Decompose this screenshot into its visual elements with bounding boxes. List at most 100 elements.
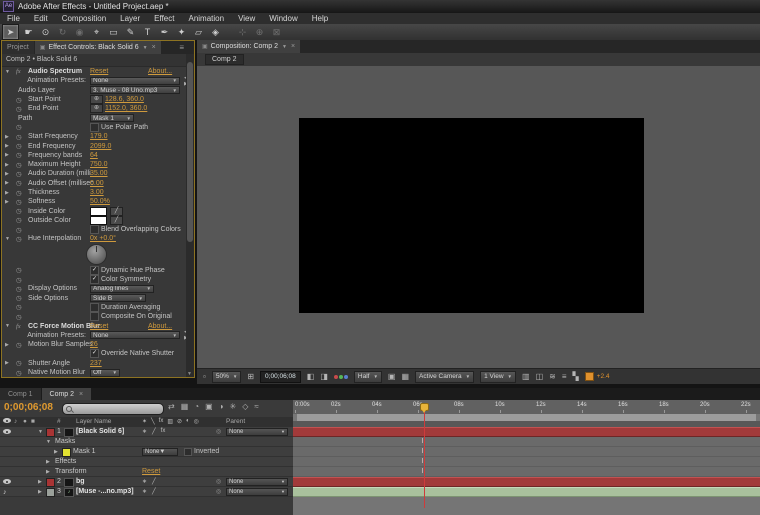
group-label[interactable]: Masks (55, 438, 75, 445)
layer-row[interactable]: ♪▶3♪[Muse -...no.mp3]∗╱◎None▼ (0, 487, 293, 497)
checkbox[interactable]: ✓ (90, 275, 99, 284)
animation-presets-select[interactable]: None▼ (90, 331, 180, 339)
stopwatch-icon[interactable]: ◷ (16, 207, 26, 215)
view-options-icon[interactable]: ▥ (522, 372, 530, 381)
hide-shy-icon[interactable]: ◔ (194, 402, 199, 411)
checkbox[interactable] (90, 225, 99, 234)
parent-pickwhip-icon[interactable]: ◎ (216, 478, 221, 485)
tab-dropdown-icon[interactable]: ▼ (282, 44, 287, 50)
stopwatch-icon[interactable]: ◷ (16, 216, 26, 224)
work-area-start-handle[interactable] (293, 414, 297, 421)
timeline-tab-comp-2[interactable]: Comp 2× (42, 388, 92, 400)
show-snapshot-icon[interactable]: ◨ (320, 372, 328, 381)
stopwatch-icon[interactable]: ◷ (16, 198, 26, 206)
search-input[interactable] (62, 403, 164, 415)
playhead-marker[interactable] (420, 403, 429, 411)
stopwatch-icon[interactable]: ◷ (16, 276, 26, 284)
point-value[interactable]: 128.6, 360.0 (105, 96, 144, 103)
composition-frame[interactable] (299, 118, 644, 313)
switch-icon-2[interactable]: fx (161, 428, 166, 435)
property-track-row[interactable]: I (293, 437, 760, 447)
stopwatch-icon[interactable]: ◷ (16, 359, 26, 367)
property-value[interactable]: 35.00 (90, 170, 108, 177)
group-label[interactable]: Transform (55, 468, 87, 475)
property-value[interactable]: 3.00 (90, 189, 104, 196)
motion-blur-icon[interactable]: ◑ (219, 402, 224, 411)
expander-icon[interactable]: ▼ (5, 69, 13, 75)
property-select[interactable]: Side B▼ (90, 294, 146, 302)
property-group-row[interactable]: ▶TransformReset (0, 467, 293, 477)
reset-link[interactable]: Reset (90, 68, 108, 75)
menu-item-view[interactable]: View (231, 14, 262, 23)
hand-tool[interactable]: ☛ (21, 25, 36, 39)
parent-pickwhip-icon[interactable]: ◎ (216, 428, 221, 435)
layer-name[interactable]: bg (76, 478, 85, 485)
tab-composition[interactable]: ▣ Composition: Comp 2 ▼ × (197, 40, 300, 53)
rotation-tool[interactable]: ↻ (55, 25, 70, 39)
property-track-row[interactable]: I (293, 467, 760, 477)
camera-tool[interactable]: ◉ (72, 25, 87, 39)
tab-effect-controls[interactable]: ▣ Effect Controls: Black Solid 6 ▼ × (35, 41, 161, 54)
expander-icon[interactable]: ▶ (38, 489, 42, 495)
parent-pickwhip-icon[interactable]: ◎ (216, 488, 221, 495)
property-value[interactable]: 750.0 (90, 161, 108, 168)
checkbox[interactable]: ✓ (90, 266, 99, 275)
menu-item-help[interactable]: Help (305, 14, 335, 23)
brainstorm-icon[interactable]: ✳ (230, 402, 237, 411)
stopwatch-icon[interactable]: ◷ (16, 179, 26, 187)
expander-icon[interactable]: ▼ (46, 439, 51, 445)
mask-shape-tool[interactable]: ▭ (106, 25, 121, 39)
expander-icon[interactable]: ▶ (5, 190, 13, 196)
layer-row[interactable]: ▼1[Black Solid 6]∗╱fx◎None▼ (0, 427, 293, 437)
switch-icon-1[interactable]: ╱ (152, 478, 156, 485)
menu-item-edit[interactable]: Edit (27, 14, 55, 23)
expander-icon[interactable]: ▶ (5, 143, 13, 149)
stopwatch-icon[interactable]: ◷ (16, 170, 26, 178)
frame-blend-icon[interactable]: ▣ (205, 402, 213, 411)
transform-reset-link[interactable]: Reset (142, 468, 160, 475)
axis-world-icon[interactable]: ⊕ (252, 25, 267, 39)
property-group-row[interactable]: ▼ Masks (0, 437, 293, 447)
layer-row[interactable]: ▶2bg∗╱◎None▼ (0, 477, 293, 487)
property-track-row[interactable]: I (293, 447, 760, 457)
property-group-row[interactable]: ▶Mask 1None▼Inverted (0, 447, 293, 457)
property-select[interactable]: Analog lines▼ (90, 285, 154, 293)
property-select[interactable]: Off▼ (90, 369, 120, 377)
comp-nav-button[interactable]: Comp 2 (205, 54, 244, 65)
visibility-eye-icon[interactable] (3, 479, 11, 486)
expander-icon[interactable]: ▶ (5, 171, 13, 177)
stopwatch-icon[interactable]: ◷ (16, 266, 26, 274)
region-of-interest-icon[interactable]: ▣ (388, 372, 396, 381)
property-select[interactable]: 3. Muse - 08 Uno.mp3▼ (90, 86, 180, 94)
expander-icon[interactable]: ▶ (5, 360, 13, 366)
expander-icon[interactable]: ▼ (5, 236, 13, 242)
zoom-tool[interactable]: ⊙ (38, 25, 53, 39)
time-ruler[interactable]: 0:00s02s04s06s08s10s12s14s16s18s20s22s (293, 400, 760, 415)
parent-select[interactable]: None▼ (226, 488, 288, 496)
checkbox[interactable] (90, 312, 99, 321)
pixel-aspect-icon[interactable]: ◫ (536, 372, 544, 381)
property-value[interactable]: 0x +0.0° (90, 235, 116, 242)
tab-dropdown-icon[interactable]: ▼ (143, 45, 148, 51)
grid-guides-icon[interactable]: ⊞ (247, 372, 254, 381)
checkbox[interactable] (90, 303, 99, 312)
checkbox[interactable] (90, 123, 99, 132)
puppet-pin-tool[interactable]: ◈ (208, 25, 223, 39)
expander-icon[interactable]: ▶ (5, 134, 13, 140)
color-swatch[interactable] (90, 216, 107, 225)
scrollbar-down-icon[interactable]: ▼ (187, 371, 192, 377)
about-link[interactable]: About... (148, 68, 172, 75)
clone-stamp-tool[interactable]: ✦ (174, 25, 189, 39)
reset-link[interactable]: Reset (90, 323, 108, 330)
stopwatch-icon[interactable]: ◷ (16, 189, 26, 197)
axis-local-icon[interactable]: ⊹ (235, 25, 250, 39)
group-label[interactable]: Effects (55, 458, 76, 465)
expander-icon[interactable]: ▼ (5, 323, 13, 329)
switch-icon-0[interactable]: ∗ (142, 478, 147, 485)
property-value[interactable]: 0.00 (90, 180, 104, 187)
switch-icon-1[interactable]: ╱ (152, 428, 156, 435)
expander-icon[interactable]: ▶ (54, 449, 58, 455)
hue-dial[interactable] (86, 244, 107, 265)
expander-icon[interactable]: ▶ (5, 199, 13, 205)
label-color-swatch[interactable] (46, 428, 55, 437)
